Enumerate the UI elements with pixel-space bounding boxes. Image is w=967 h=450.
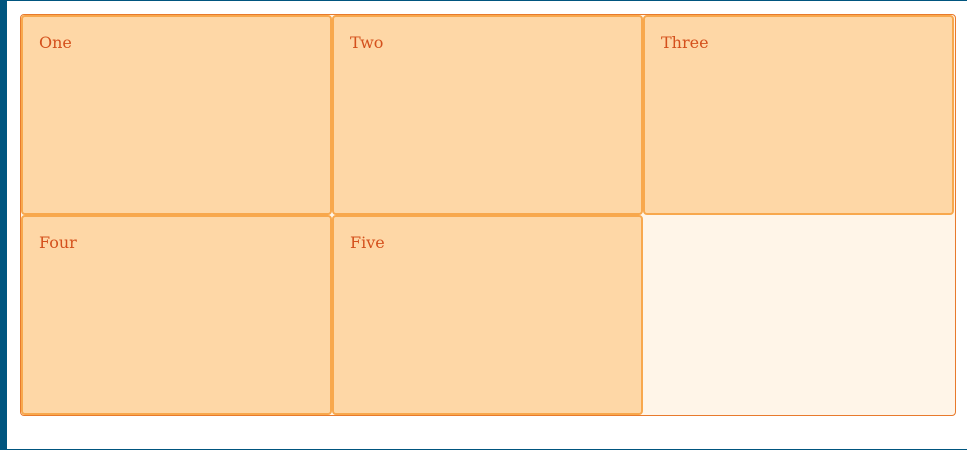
- grid-item-five: Five: [332, 215, 643, 415]
- grid-item-label: Three: [661, 33, 709, 52]
- grid-item-three: Three: [643, 15, 954, 215]
- grid-item-label: Five: [350, 233, 385, 252]
- grid-container: One Two Three Four Five: [20, 14, 956, 416]
- grid-item-label: Two: [350, 33, 384, 52]
- grid-item-two: Two: [332, 15, 643, 215]
- grid-item-label: One: [39, 33, 72, 52]
- grid-item-one: One: [21, 15, 332, 215]
- grid-item-four: Four: [21, 215, 332, 415]
- grid-item-label: Four: [39, 233, 77, 252]
